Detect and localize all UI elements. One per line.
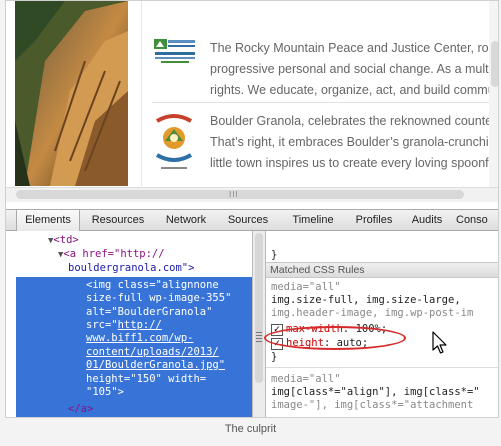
devtools-tabbar: Elements Resources Network Sources Timel… — [6, 209, 498, 231]
annotation-ellipse — [264, 326, 406, 350]
img-src-link-continued[interactable]: 01/BoulderGranola.jpg" — [86, 359, 225, 372]
devtools-panel: Elements Resources Network Sources Timel… — [6, 209, 498, 417]
figure-caption: The culprit — [224, 423, 277, 435]
elements-tree: ▼<td> ▼<a href="http:// bouldergranola.c… — [6, 231, 252, 417]
td-tag: <td> — [53, 234, 79, 246]
a-close-tag[interactable]: </a> — [68, 403, 93, 416]
elements-scrollbar-thumb[interactable] — [255, 233, 263, 383]
rule-media: media="all" — [271, 373, 341, 385]
rule-divider — [266, 367, 498, 368]
entry-text-line: The Rocky Mountain Peace and Justice Cen… — [210, 41, 499, 55]
peace-justice-logo-icon[interactable] — [153, 38, 197, 71]
scrollbar-grip-icon: III — [229, 190, 239, 199]
rule-selector[interactable]: img.size-full, img.size-large, — [271, 294, 461, 307]
horizontal-scrollbar-thumb[interactable]: III — [16, 190, 464, 199]
img-line: <img class="alignnone — [86, 279, 219, 291]
mouse-cursor-icon — [432, 331, 450, 355]
horizontal-scrollbar[interactable]: III — [6, 187, 498, 202]
entry-text-line: rights. We educate, organize, act, and b… — [210, 83, 495, 97]
styles-pane: } Matched CSS Rules media="all" img.size… — [266, 231, 498, 417]
img-line: height="150" width= — [86, 373, 207, 385]
vertical-scrollbar[interactable] — [489, 1, 498, 187]
selected-img-node[interactable]: <img class="alignnone size-full wp-image… — [16, 277, 252, 417]
vertical-scrollbar-thumb[interactable] — [491, 41, 498, 87]
img-src-link[interactable]: http:// — [118, 319, 162, 331]
rock-photo — [15, 1, 128, 186]
tab-resources[interactable]: Resources — [86, 210, 150, 231]
screenshot-frame: The Rocky Mountain Peace and Justice Cen… — [5, 0, 499, 418]
entry-text-line: progressive personal and social change. … — [210, 62, 496, 76]
a-href-value: bouldergranola.com"> — [68, 262, 195, 274]
matched-css-rules-header[interactable]: Matched CSS Rules — [266, 262, 498, 278]
tab-profiles[interactable]: Profiles — [348, 210, 400, 231]
tab-audits[interactable]: Audits — [406, 210, 448, 231]
a-node[interactable]: ▼<a href="http:// — [58, 248, 165, 262]
entry-text-line: Boulder Granola, celebrates the reknowne… — [210, 114, 493, 128]
rule-selector[interactable]: img.header-image, img.wp-post-im — [271, 307, 473, 320]
rule-close-brace: } — [271, 351, 278, 363]
tab-elements[interactable]: Elements — [16, 210, 80, 231]
rule-selector[interactable]: img[class*="align"], img[class*=" — [271, 386, 480, 399]
entry-text-line: That’s right, it embraces Boulder’s gran… — [210, 135, 496, 149]
img-src-attr: src=" — [86, 319, 118, 331]
img-src-link-continued[interactable]: www.biff1.com/wp- — [86, 332, 193, 345]
panel-splitter[interactable] — [252, 231, 266, 417]
boulder-granola-logo-icon[interactable] — [153, 111, 195, 178]
entry-divider — [152, 102, 498, 103]
site-content: The Rocky Mountain Peace and Justice Cen… — [141, 1, 499, 187]
td-node[interactable]: ▼<td> — [48, 234, 79, 248]
tab-network[interactable]: Network — [158, 210, 214, 231]
img-src-link-continued[interactable]: content/uploads/2013/ — [86, 346, 219, 359]
entry-text-line: little town inspires us to create every … — [210, 156, 496, 170]
img-line: size-full wp-image-355" — [86, 292, 232, 304]
rule-close-brace: } — [271, 249, 278, 261]
img-line: alt="BoulderGranola" — [86, 306, 213, 318]
rule-media: media="all" — [271, 281, 341, 293]
website-preview: The Rocky Mountain Peace and Justice Cen… — [6, 1, 499, 209]
img-src-line: src="http:// — [86, 319, 162, 332]
a-open-tag: <a href="http:// — [63, 248, 165, 260]
resize-handle-icon[interactable] — [256, 331, 262, 343]
img-line: "105"> — [86, 386, 124, 398]
rule-selector[interactable]: image-"], img[class*="attachment — [271, 399, 473, 412]
tab-console[interactable]: Conso — [456, 210, 498, 231]
a-href-continued: bouldergranola.com"> — [68, 262, 194, 275]
tab-timeline[interactable]: Timeline — [284, 210, 342, 231]
tab-sources[interactable]: Sources — [222, 210, 274, 231]
